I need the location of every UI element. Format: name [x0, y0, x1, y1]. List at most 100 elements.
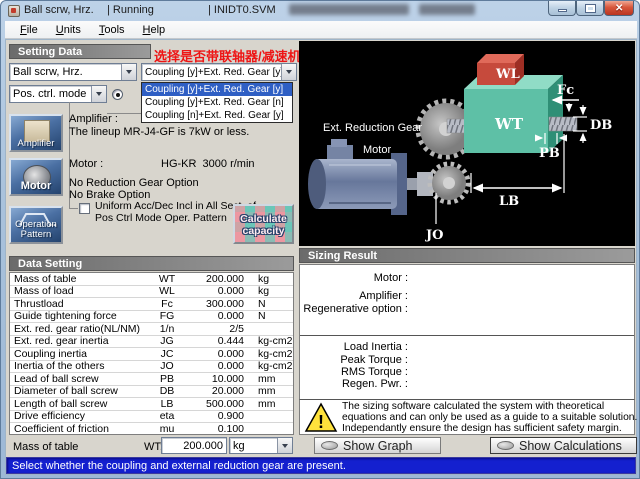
warning-box: ! The sizing software calculated the sys… — [299, 399, 635, 435]
calculate-label-line2: capacity — [242, 225, 284, 237]
no-reduction-gear-label: No Reduction Gear Option — [69, 177, 199, 189]
maximize-button[interactable] — [576, 1, 604, 16]
cell-unit: N — [244, 310, 293, 322]
sizing-result-header: Sizing Result — [299, 248, 635, 263]
mechanism-dropdown[interactable]: Ball scrw, Hrz. — [9, 63, 137, 81]
show-calculations-button[interactable]: Show Calculations — [490, 437, 637, 454]
operation-pattern-button[interactable]: Operation Pattern — [9, 206, 63, 244]
cell-unit: kg — [244, 273, 293, 285]
table-row[interactable]: Ext. red. gear ratio(NL/NM)1/n2/5 — [10, 323, 293, 336]
coupling-dropdown-list: Coupling [y]+Ext. Red. Gear [y] Coupling… — [141, 82, 293, 123]
close-icon: ✕ — [615, 3, 623, 14]
dropdown-option[interactable]: Coupling [n]+Ext. Red. Gear [y] — [142, 109, 292, 122]
app-icon — [8, 5, 20, 17]
chevron-down-icon[interactable] — [91, 86, 106, 102]
cell-label: Ext. red. gear inertia — [10, 335, 148, 347]
show-graph-label: Show Graph — [343, 439, 412, 453]
uniform-accdec-checkbox[interactable] — [79, 203, 90, 214]
table-row[interactable]: Mass of loadWL0.000kg — [10, 286, 293, 299]
table-row[interactable]: Lead of ball screwPB10.000mm — [10, 373, 293, 386]
cell-unit: kg-cm2 — [244, 335, 293, 347]
cell-label: Diameter of ball screw — [10, 385, 148, 397]
cell-label: Length of ball screw — [10, 398, 148, 410]
cell-label: Inertia of the others — [10, 360, 148, 372]
cell-symbol: DB — [148, 385, 186, 397]
diagram-label-db: DB — [590, 118, 612, 133]
data-setting-table: Mass of tableWT200.000kgMass of loadWL0.… — [9, 272, 294, 435]
table-row[interactable]: Coefficient of frictionmu0.100 — [10, 423, 293, 435]
coupling-dropdown-value: Coupling [y]+Ext. Red. Gear [y] — [142, 67, 281, 78]
warning-text-line1: The sizing software calculated the syste… — [342, 401, 604, 412]
table-row[interactable]: Ext. red. gear inertiaJG0.444kg-cm2 — [10, 336, 293, 349]
minimize-button[interactable] — [548, 1, 576, 16]
table-row[interactable]: ThrustloadFc300.000N — [10, 298, 293, 311]
chevron-down-icon[interactable] — [121, 64, 136, 80]
status-bar: Select whether the coupling and external… — [6, 457, 636, 474]
lens-icon — [321, 441, 338, 450]
cell-symbol: eta — [148, 410, 186, 422]
cell-label: Thrustload — [10, 298, 148, 310]
result-regen-pwr-label: Regen. Pwr. : — [300, 378, 408, 390]
motor-button[interactable]: Motor — [9, 158, 63, 196]
result-regen-option-label: Regenerative option : — [300, 303, 408, 315]
warning-text-line2: equations and can only be used as a guid… — [342, 412, 637, 423]
cell-label: Coefficient of friction — [10, 423, 148, 435]
mass-of-table-input[interactable] — [161, 437, 227, 454]
table-row[interactable]: Mass of tableWT200.000kg — [10, 273, 293, 286]
table-row[interactable]: Guide tightening forceFG0.000N — [10, 311, 293, 324]
cell-symbol: PB — [148, 373, 186, 385]
dropdown-option[interactable]: Coupling [y]+Ext. Red. Gear [y] — [142, 83, 292, 96]
coupling-dropdown[interactable]: Coupling [y]+Ext. Red. Gear [y] — [141, 63, 297, 81]
amplifier-button-label: Amplifier — [11, 139, 61, 149]
cell-unit: mm — [244, 398, 293, 410]
table-row[interactable]: Diameter of ball screwDB20.000mm — [10, 386, 293, 399]
blurred-watermark — [289, 4, 409, 15]
amplifier-note: The lineup MR-J4-GF is 7kW or less. — [69, 126, 249, 138]
table-row[interactable]: Inertia of the othersJO0.000kg-cm2 — [10, 361, 293, 374]
mode-dropdown[interactable]: Pos. ctrl. mode — [9, 85, 107, 103]
cell-unit: mm — [244, 373, 293, 385]
data-setting-header: Data Setting — [9, 256, 294, 271]
checkbox-label-line2: Pos Ctrl Mode Oper. Pattern — [95, 212, 227, 224]
cell-unit: N — [244, 298, 293, 310]
dropdown-option[interactable]: Coupling [y]+Ext. Red. Gear [n] — [142, 96, 292, 109]
cell-value: 0.000 — [186, 285, 244, 297]
cell-value: 0.000 — [186, 310, 244, 322]
amplifier-button[interactable]: Amplifier — [9, 114, 63, 152]
table-row[interactable]: Drive efficiencyeta0.900 — [10, 411, 293, 424]
mechanism-dropdown-value: Ball scrw, Hrz. — [10, 66, 121, 78]
warning-text-line3: Independantly ensure the design has suff… — [342, 423, 622, 434]
chevron-down-icon[interactable] — [277, 438, 292, 453]
unit-dropdown[interactable]: kg — [229, 437, 293, 454]
cell-value: 500.000 — [186, 398, 244, 410]
cell-value: 200.000 — [186, 273, 244, 285]
lens-icon — [497, 441, 514, 450]
menu-tools[interactable]: Tools — [90, 23, 134, 37]
chevron-down-icon[interactable] — [281, 64, 296, 80]
table-row[interactable]: Length of ball screwLB500.000mm — [10, 398, 293, 411]
cell-label: Mass of table — [10, 273, 148, 285]
sizing-result-box: Motor : Amplifier : Regenerative option … — [299, 264, 635, 399]
result-load-inertia-label: Load Inertia : — [300, 341, 408, 353]
menu-units[interactable]: Units — [47, 23, 90, 37]
calculate-capacity-button[interactable]: Calculate capacity — [233, 204, 294, 244]
result-amplifier-label: Amplifier : — [300, 290, 408, 302]
minimize-icon — [558, 9, 567, 12]
cell-value: 2/5 — [186, 323, 244, 335]
result-divider — [300, 335, 634, 336]
operation-button-label2: Pattern — [21, 229, 52, 240]
result-rms-torque-label: RMS Torque : — [300, 366, 408, 378]
diagram-label-wl: WL — [495, 67, 520, 82]
cell-value: 0.444 — [186, 335, 244, 347]
close-button[interactable]: ✕ — [604, 1, 634, 16]
show-graph-button[interactable]: Show Graph — [314, 437, 441, 454]
operation-radio[interactable] — [112, 89, 123, 100]
cell-value: 300.000 — [186, 298, 244, 310]
table-row[interactable]: Coupling inertiaJC0.000kg-cm2 — [10, 348, 293, 361]
cell-label: Drive efficiency — [10, 410, 148, 422]
cell-symbol: JG — [148, 335, 186, 347]
menu-help[interactable]: Help — [134, 23, 175, 37]
menu-file[interactable]: File — [11, 23, 47, 37]
cell-label: Ext. red. gear ratio(NL/NM) — [10, 323, 148, 335]
cell-value: 10.000 — [186, 373, 244, 385]
